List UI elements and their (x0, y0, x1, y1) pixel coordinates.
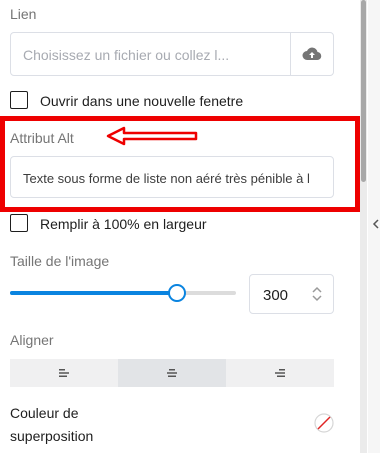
cloud-upload-icon (302, 47, 322, 61)
image-size-slider-fill (10, 291, 178, 295)
link-file-input[interactable]: Choisissez un fichier ou collez l... (10, 32, 334, 76)
align-left-icon (59, 369, 69, 377)
align-center-icon (167, 369, 177, 377)
collapse-arrow-icon[interactable] (372, 219, 380, 229)
image-size-slider-thumb[interactable] (168, 284, 187, 302)
overlay-color-label-line2: superposition (10, 428, 94, 444)
red-arrow-left-icon (106, 126, 198, 146)
align-right-icon (275, 369, 285, 377)
scrollbar-thumb[interactable] (361, 0, 366, 182)
upload-button[interactable] (290, 33, 333, 75)
align-left-button[interactable] (10, 359, 118, 387)
align-right-button[interactable] (226, 359, 334, 387)
image-size-label: Taille de l'image (10, 253, 110, 269)
align-label: Aligner (10, 332, 54, 348)
overlay-color-label-line1: Couleur de (10, 405, 79, 421)
link-input-placeholder: Choisissez un fichier ou collez l... (23, 47, 230, 63)
full-width-checkbox[interactable] (10, 214, 28, 232)
new-window-label: Ouvrir dans une nouvelle fenetre (40, 93, 244, 109)
full-width-label: Remplir à 100% en largeur (40, 216, 207, 232)
new-window-checkbox[interactable] (10, 91, 28, 109)
align-segmented-control (10, 359, 334, 387)
alt-text-input[interactable]: Texte sous forme de liste non aéré très … (10, 156, 334, 198)
link-label: Lien (10, 6, 37, 22)
image-size-value: 300 (263, 287, 289, 304)
alt-text-value: Texte sous forme de liste non aéré très … (23, 171, 310, 186)
align-center-button[interactable] (118, 359, 226, 387)
image-size-number-input[interactable]: 300 (249, 274, 334, 314)
alt-label: Attribut Alt (10, 130, 74, 146)
no-color-icon[interactable] (313, 412, 335, 434)
chevron-up-down-icon[interactable] (311, 284, 323, 304)
